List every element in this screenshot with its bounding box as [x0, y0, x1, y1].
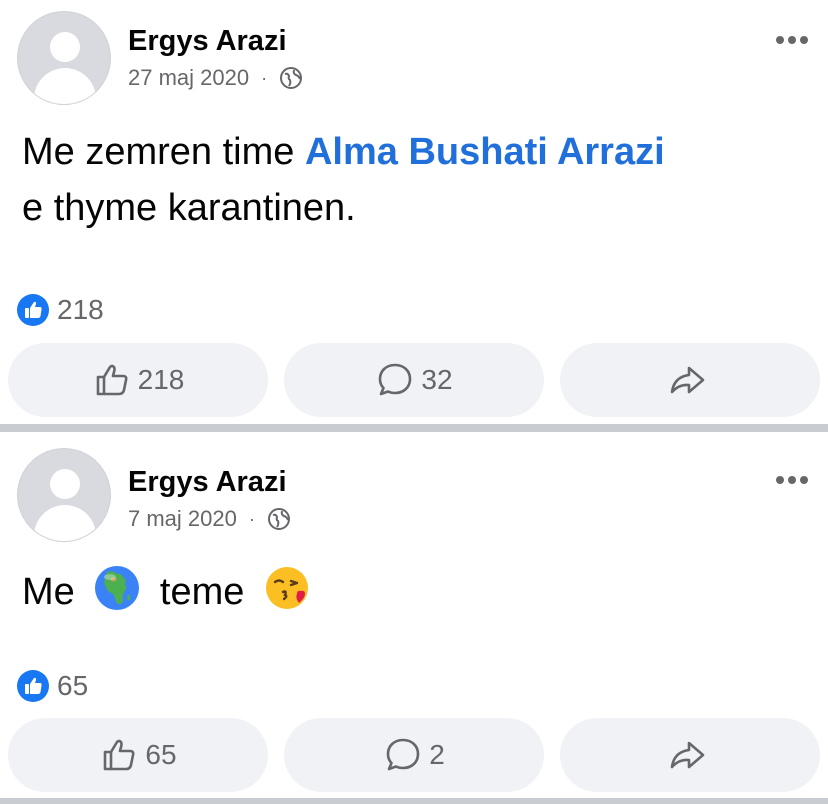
comment-button[interactable]: 2 — [284, 718, 544, 792]
globe-icon — [280, 67, 303, 89]
post-date[interactable]: 7 maj 2020 — [128, 506, 237, 532]
post-2: Ergys Arazi 7 maj 2020 · Me teme 65 65 2 — [0, 432, 828, 804]
meta-separator: · — [248, 508, 255, 529]
comment-count: 32 — [421, 364, 453, 395]
post-text: Me zemren time Alma Bushati Arrazi e thy… — [22, 124, 665, 236]
comment-icon — [386, 738, 420, 771]
globe-africa-emoji — [95, 566, 140, 610]
share-icon — [670, 366, 705, 394]
like-badge-icon — [17, 670, 49, 702]
thumbs-up-icon — [96, 364, 128, 396]
more-options-icon[interactable] — [774, 474, 810, 486]
avatar[interactable] — [17, 448, 111, 542]
share-icon — [670, 741, 705, 769]
author-name[interactable]: Ergys Arazi — [128, 25, 287, 58]
like-badge-icon — [17, 294, 49, 326]
like-count: 65 — [145, 739, 177, 770]
post-text: Me teme — [22, 564, 319, 620]
post-1: Ergys Arazi 27 maj 2020 · Me zemren time… — [0, 0, 828, 424]
avatar[interactable] — [17, 11, 111, 105]
post-meta: 27 maj 2020 · — [128, 65, 303, 91]
mention-link[interactable]: Alma Bushati Arrazi — [305, 131, 665, 173]
meta-separator: · — [261, 67, 268, 88]
comment-icon — [379, 363, 412, 396]
post-text-part: e thyme karantinen. — [22, 187, 356, 229]
comment-count: 2 — [429, 739, 445, 770]
globe-icon — [267, 508, 290, 530]
post-meta: 7 maj 2020 · — [128, 506, 291, 532]
reaction-count: 218 — [57, 294, 104, 325]
like-button[interactable]: 65 — [8, 718, 268, 792]
action-bar: 65 2 — [8, 718, 820, 792]
share-button[interactable] — [560, 343, 820, 417]
post-text-part: Me — [22, 571, 75, 613]
share-button[interactable] — [560, 718, 820, 792]
author-name[interactable]: Ergys Arazi — [128, 466, 287, 499]
post-text-part: teme — [159, 571, 245, 613]
kissing-heart-emoji — [265, 567, 308, 609]
reaction-summary[interactable]: 218 — [17, 294, 104, 326]
post-divider — [0, 424, 828, 432]
post-divider — [0, 798, 828, 804]
comment-button[interactable]: 32 — [284, 343, 544, 417]
post-text-part: Me zemren time — [22, 131, 305, 173]
reaction-count: 65 — [57, 670, 89, 701]
like-count: 218 — [137, 364, 185, 395]
more-options-icon[interactable] — [774, 34, 810, 46]
reaction-summary[interactable]: 65 — [17, 670, 88, 702]
news-feed: Ergys Arazi 27 maj 2020 · Me zemren time… — [0, 0, 828, 804]
post-date[interactable]: 27 maj 2020 — [128, 65, 249, 91]
like-button[interactable]: 218 — [8, 343, 268, 417]
action-bar: 218 32 — [8, 343, 820, 417]
thumbs-up-icon — [104, 739, 135, 771]
